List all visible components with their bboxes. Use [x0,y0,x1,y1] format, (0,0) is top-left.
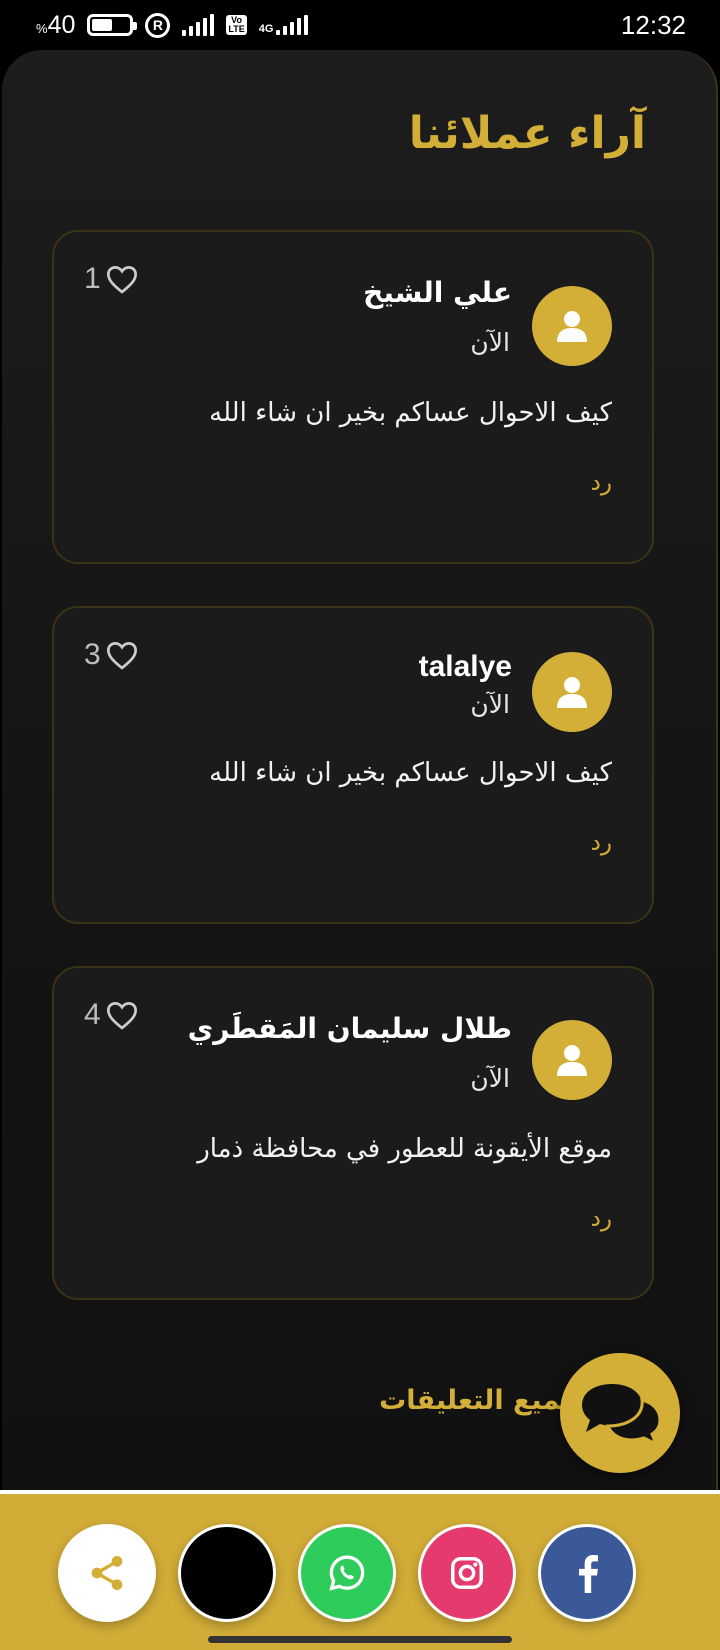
like-button[interactable]: 4 [84,998,139,1032]
all-comments-link[interactable]: جميع التعليقات [379,1385,580,1416]
battery-percent: %40 [36,10,76,39]
user-icon [557,677,587,708]
home-indicator[interactable] [208,1636,512,1643]
registered-icon: R [145,12,171,38]
page-title: آراء عملائنا [408,108,646,159]
network-4g-icon: 4G [259,15,309,35]
comment-card: 1 علي الشيخ الآن كيف الاحوال عساكم بخير … [52,230,654,564]
share-button[interactable] [58,1524,156,1622]
facebook-icon [579,1555,598,1593]
reply-button[interactable]: رد [591,470,612,496]
heart-icon [106,1002,137,1030]
avatar [532,652,612,732]
whatsapp-button[interactable] [298,1524,396,1622]
heart-icon [106,266,137,294]
comment-card: 3 talalye الآن كيف الاحوال عساكم بخير ان… [52,606,654,924]
status-left: %40 R Vo LTE 4G [36,10,309,40]
facebook-button[interactable] [538,1524,636,1622]
comment-card: 4 طلال سليمان المَقطَري الآن موقع الأيقو… [52,966,654,1300]
user-icon [557,311,587,342]
comment-time: الآن [470,690,510,719]
battery-icon [87,14,138,36]
avatar [532,1020,612,1100]
comment-text: كيف الاحوال عساكم بخير ان شاء الله [209,398,612,428]
share-icon [91,1556,123,1590]
comment-time: الآن [470,328,510,357]
like-button[interactable]: 1 [84,262,139,296]
reply-button[interactable]: رد [591,1206,612,1232]
clock: 12:32 [620,9,686,40]
comment-author: talalye [418,650,512,683]
user-icon [557,1045,587,1076]
whatsapp-icon [329,1555,365,1591]
status-bar: %40 R Vo LTE 4G 12:32 [0,0,720,50]
avatar [532,286,612,366]
comment-text: موقع الأيقونة للعطور في محافظة ذمار [197,1134,612,1164]
tiktok-button[interactable] [178,1524,276,1622]
reviews-sheet: آراء عملائنا 1 علي الشيخ الآن كيف الاحوا… [2,50,718,1490]
comment-text: كيف الاحوال عساكم بخير ان شاء الله [209,758,612,788]
like-count: 3 [84,638,101,671]
social-bar [0,1490,720,1650]
comment-author: علي الشيخ [363,276,512,309]
comment-time: الآن [470,1064,510,1093]
like-button[interactable]: 3 [84,638,139,672]
instagram-icon [451,1557,483,1589]
volte-icon: Vo LTE [226,15,247,35]
chat-bubbles-icon [582,1384,662,1448]
comment-author: طلال سليمان المَقطَري [187,1012,512,1045]
heart-icon [106,642,137,670]
signal-icon [182,14,215,36]
reply-button[interactable]: رد [591,830,612,856]
instagram-button[interactable] [418,1524,516,1622]
chat-button[interactable] [560,1353,680,1473]
like-count: 1 [84,262,101,295]
like-count: 4 [84,998,101,1031]
